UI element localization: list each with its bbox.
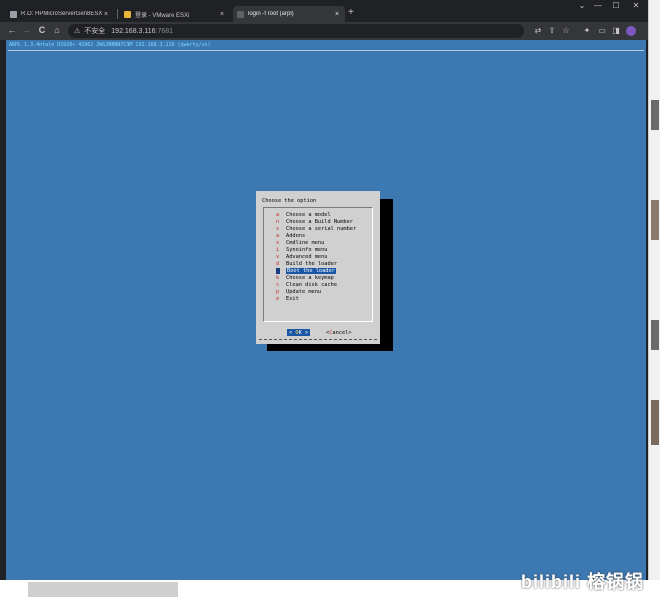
menu-label: Choose a serial number [286, 225, 357, 232]
background-strip [651, 200, 659, 240]
menu-label: Clean disk cache [286, 281, 338, 288]
bilibili-watermark: bilibili 榕锅锅 [521, 572, 644, 592]
menu-hotkey: n [276, 218, 280, 225]
tab-title: 登录 - VMware ESXi [135, 12, 190, 19]
menu-item-keymap[interactable]: k Choose a keymap [276, 274, 334, 281]
taskbar-thumbnails [28, 582, 178, 597]
menu-label: Build the loader [286, 260, 338, 267]
close-tab-icon[interactable]: × [102, 11, 110, 18]
share-icon[interactable]: ⇪ [547, 26, 557, 35]
menu-label: Exit [286, 295, 299, 302]
cancel-bracket-right: > [348, 329, 352, 336]
terminal-favicon-icon [10, 10, 17, 18]
tab-search-icon[interactable]: ⌄ [574, 1, 590, 10]
menu-label: Addons [286, 232, 306, 239]
menu-item-clean-cache[interactable]: c Clean disk cache [276, 281, 337, 288]
menu-item-build-number[interactable]: n Choose a Build Number [276, 218, 353, 225]
menu-item-advanced[interactable]: v Advanced menu [276, 253, 327, 260]
menu-hotkey: s [276, 225, 280, 232]
back-icon[interactable]: ← [6, 25, 18, 35]
close-tab-icon[interactable]: × [333, 11, 341, 18]
menu-label: Choose a model [286, 211, 331, 218]
menu-item-update[interactable]: p Update menu [276, 288, 321, 295]
menu-label: Synoinfo menu [286, 246, 328, 253]
menu-hotkey: e [276, 295, 280, 302]
cancel-button[interactable]: < Cancel > [326, 329, 352, 336]
dialog-title: Choose the option [262, 198, 317, 204]
address-bar[interactable]: ⚠ 不安全 192.168.3.116 :7681 [68, 24, 524, 38]
menu-item-boot-loader[interactable]: Boot the loader [276, 267, 336, 274]
menu-label: Update menu [286, 288, 322, 295]
menu-label: Choose a Build Number [286, 218, 353, 225]
security-label[interactable]: 不安全 [84, 26, 105, 36]
menu-hotkey: k [276, 274, 280, 281]
menu-hotkey: v [276, 253, 280, 260]
menu-hotkey: c [276, 281, 280, 288]
menu-hotkey: a [276, 211, 280, 218]
browser-window: R.O: HPMicroServerGen8ESXi × 登录 - VMware… [0, 0, 648, 580]
vmware-favicon-icon [124, 10, 131, 18]
url-port: :7681 [155, 27, 174, 35]
close-window-button[interactable]: ✕ [628, 1, 644, 10]
terminal-favicon-icon [237, 10, 244, 18]
reload-icon[interactable]: C [36, 25, 48, 35]
side-panel-icon[interactable]: ◨ [611, 26, 621, 35]
menu-label: Advanced menu [286, 253, 328, 260]
menu-item-addons[interactable]: a Addons [276, 232, 305, 239]
tab-login-arpl[interactable]: login -f root (arpl) × [233, 6, 345, 22]
option-menu: a Choose a model n Choose a Build Number… [263, 207, 373, 322]
profile-avatar[interactable] [626, 26, 636, 36]
menu-hotkey: i [276, 246, 280, 253]
maximize-button[interactable]: ☐ [608, 1, 624, 10]
menu-item-synoinfo[interactable]: i Synoinfo menu [276, 246, 327, 253]
ok-button[interactable]: < OK > [287, 329, 311, 336]
background-window-edge [648, 0, 660, 597]
menu-item-exit[interactable]: e Exit [276, 295, 299, 302]
menu-item-cmdline[interactable]: x Cmdline menu [276, 239, 324, 246]
minimize-button[interactable]: — [590, 1, 606, 10]
ok-bracket-right: > [301, 329, 309, 336]
menu-hotkey: x [276, 239, 280, 246]
dialog-bottom-border [259, 339, 377, 340]
header-divider [8, 50, 644, 51]
translate-icon[interactable]: ⇄ [533, 26, 543, 35]
bookmark-star-icon[interactable]: ☆ [561, 26, 571, 35]
menu-hotkey: d [276, 260, 280, 267]
forward-icon[interactable]: → [20, 25, 32, 35]
menu-item-build-loader[interactable]: d Build the loader [276, 260, 337, 267]
menu-label: Cmdline menu [286, 239, 325, 246]
tab-title: login -f root (arpl) [248, 11, 294, 17]
tab-vmware-esxi[interactable]: 登录 - VMware ESXi × [120, 6, 230, 22]
tab-hp-microserver[interactable]: R.O: HPMicroServerGen8ESXi × [6, 6, 114, 22]
menu-item-serial-number[interactable]: s Choose a serial number [276, 225, 356, 232]
tab-title: R.O: HPMicroServerGen8ESXi [21, 11, 102, 17]
not-secure-icon[interactable]: ⚠ [74, 27, 80, 35]
menu-hotkey: p [276, 288, 280, 295]
new-tab-button[interactable]: + [348, 7, 354, 18]
choose-option-dialog: Choose the option a Choose a model n Cho… [256, 191, 380, 344]
reading-list-icon[interactable]: ▭ [597, 26, 607, 35]
background-strip [651, 320, 659, 350]
home-icon[interactable]: ⌂ [51, 25, 63, 35]
menu-label: Choose a keymap [286, 274, 334, 281]
browser-toolbar: ← → C ⌂ ⚠ 不安全 192.168.3.116 :7681 ⇄ ⇪ ☆ … [0, 22, 648, 40]
background-strip [651, 100, 659, 130]
extensions-icon[interactable]: ✦ [582, 26, 592, 35]
cancel-label: ancel [332, 329, 349, 336]
tab-bar: R.O: HPMicroServerGen8ESXi × 登录 - VMware… [0, 0, 648, 22]
url-host: 192.168.3.116 [111, 27, 156, 35]
menu-cursor [276, 267, 280, 274]
close-tab-icon[interactable]: × [218, 11, 226, 18]
tab-separator [117, 9, 118, 19]
menu-item-choose-model[interactable]: a Choose a model [276, 211, 331, 218]
menu-hotkey: a [276, 232, 280, 239]
background-strip [651, 400, 659, 445]
terminal-header: ARPL 1.3.4ntale DS920+ 42962 2WG3BBNN7C3… [9, 42, 211, 48]
menu-label-selected: Boot the loader [286, 267, 336, 274]
